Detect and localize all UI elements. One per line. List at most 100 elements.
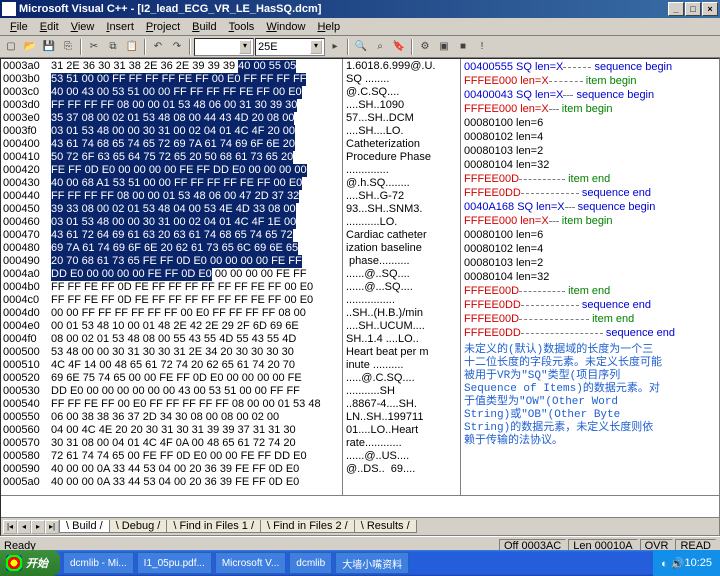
hex-row[interactable]: 0003a0 31 2E 36 30 31 38 2E 36 2E 39 39 … — [3, 60, 340, 73]
minimize-button[interactable]: _ — [668, 2, 684, 16]
tree-row[interactable]: FFFEE0DD sequence end — [464, 186, 716, 200]
ascii-row[interactable]: LN..SH..199711 — [346, 411, 457, 424]
ascii-row[interactable]: SH..1.4 ....LO.. — [346, 333, 457, 346]
new-icon[interactable]: ▢ — [2, 38, 20, 56]
menu-bar[interactable]: FileEditViewInsertProjectBuildToolsWindo… — [0, 18, 720, 36]
tree-row[interactable]: 00080104 len=32 — [464, 270, 716, 284]
hex-row[interactable]: 0004c0 FF FF FE FF 0D FE FF FF FF FF FF … — [3, 294, 340, 307]
hex-row[interactable]: 000400 43 61 74 68 65 74 65 72 69 7A 61 … — [3, 138, 340, 151]
tree-row[interactable]: FFFEE0DD sequence end — [464, 326, 716, 340]
menu-view[interactable]: View — [65, 20, 101, 34]
hex-row[interactable]: 0004b0 FF FF FE FF 0D FE FF FF FF FF FF … — [3, 281, 340, 294]
hex-row[interactable]: 0003c0 40 00 43 00 53 51 00 00 FF FF FF … — [3, 86, 340, 99]
hex-row[interactable]: 0004f0 08 00 02 01 53 48 08 00 55 43 55 … — [3, 333, 340, 346]
ascii-row[interactable]: ....SH..UCUM.... — [346, 320, 457, 333]
tab-find-in-files-1[interactable]: \ Find in Files 1 / — [166, 520, 261, 533]
hex-row[interactable]: 000480 69 7A 61 74 69 6F 6E 20 62 61 73 … — [3, 242, 340, 255]
ascii-row[interactable]: 57...SH..DCM — [346, 112, 457, 125]
tab-nav-next[interactable]: ▸ — [31, 520, 45, 534]
tree-row[interactable]: 0040A168 SQ len=X sequence begin — [464, 200, 716, 214]
tab-find-in-files-2[interactable]: \ Find in Files 2 / — [260, 520, 355, 533]
ascii-row[interactable]: ....SH..G-72 — [346, 190, 457, 203]
tree-row[interactable]: FFFEE0DD sequence end — [464, 298, 716, 312]
tree-row[interactable]: 00080100 len=6 — [464, 228, 716, 242]
ascii-row[interactable]: @.C.SQ.... — [346, 86, 457, 99]
save-all-icon[interactable]: ⎘ — [59, 38, 77, 56]
tab-debug[interactable]: \ Debug / — [109, 520, 168, 533]
tree-pane[interactable]: 00400555 SQ len=X sequence begin FFFEE00… — [461, 59, 719, 535]
ascii-row[interactable]: SQ ........ — [346, 73, 457, 86]
hex-row[interactable]: 000430 40 00 68 A1 53 51 00 00 FF FF FF … — [3, 177, 340, 190]
ascii-row[interactable]: 01....LO..Heart — [346, 424, 457, 437]
tree-row[interactable]: 00080104 len=32 — [464, 158, 716, 172]
ascii-row[interactable]: Cardiac catheter — [346, 229, 457, 242]
ascii-row[interactable]: .............. — [346, 164, 457, 177]
hex-row[interactable]: 000540 FF FF FE FF 00 E0 FF FF FF FF FF … — [3, 398, 340, 411]
taskbar-item[interactable]: I1_05pu.pdf... — [137, 552, 212, 574]
close-button[interactable]: × — [702, 2, 718, 16]
hex-row[interactable]: 000590 40 00 00 0A 33 44 53 04 00 20 36 … — [3, 463, 340, 476]
taskbar-item[interactable]: Microsoft V... — [215, 552, 286, 574]
tab-build[interactable]: \ Build / — [59, 520, 110, 533]
hex-row[interactable]: 000550 06 00 38 38 36 37 2D 34 30 08 00 … — [3, 411, 340, 424]
tab-nav-first[interactable]: |◂ — [3, 520, 17, 534]
tab-nav-prev[interactable]: ◂ — [17, 520, 31, 534]
undo-icon[interactable]: ↶ — [149, 38, 167, 56]
tree-row[interactable]: FFFEE00D item end — [464, 284, 716, 298]
build-icon[interactable]: ▣ — [435, 38, 453, 56]
hex-row[interactable]: 000450 39 33 08 00 02 01 53 48 04 00 53 … — [3, 203, 340, 216]
hex-row[interactable]: 000460 03 01 53 48 00 00 30 31 00 02 04 … — [3, 216, 340, 229]
ascii-row[interactable]: Catheterization — [346, 138, 457, 151]
tree-row[interactable]: FFFEE000 len=X item begin — [464, 74, 716, 88]
save-icon[interactable]: 💾 — [40, 38, 58, 56]
go-debug-icon[interactable]: ! — [473, 38, 491, 56]
hex-row[interactable]: 000510 4C 4F 14 00 48 65 61 72 74 20 62 … — [3, 359, 340, 372]
hex-row[interactable]: 0004d0 00 00 FF FF FF FF FF FF 00 E0 FF … — [3, 307, 340, 320]
ascii-row[interactable]: ....SH..1090 — [346, 99, 457, 112]
hex-row[interactable]: 000500 53 48 00 00 30 31 30 30 31 2E 34 … — [3, 346, 340, 359]
ascii-row[interactable]: ..8867-4....SH. — [346, 398, 457, 411]
findfiles-icon[interactable]: ⌕ — [371, 38, 389, 56]
tree-row[interactable]: FFFEE000 len=X item begin — [464, 214, 716, 228]
redo-icon[interactable]: ↷ — [168, 38, 186, 56]
ascii-row[interactable]: ......@..SQ.... — [346, 268, 457, 281]
ascii-row[interactable]: ......@..US.... — [346, 450, 457, 463]
go-icon[interactable]: ▸ — [326, 38, 344, 56]
menu-window[interactable]: Window — [260, 20, 311, 34]
cut-icon[interactable]: ✂ — [85, 38, 103, 56]
open-icon[interactable]: 📂 — [21, 38, 39, 56]
hex-row[interactable]: 000470 43 61 72 64 69 61 63 20 63 61 74 … — [3, 229, 340, 242]
tree-row[interactable]: 00080100 len=6 — [464, 116, 716, 130]
hex-row[interactable]: 000420 FE FF 0D E0 00 00 00 00 FE FF DD … — [3, 164, 340, 177]
ascii-row[interactable]: Heart beat per m — [346, 346, 457, 359]
tree-row[interactable]: 00080103 len=2 — [464, 144, 716, 158]
ascii-row[interactable]: phase.......... — [346, 255, 457, 268]
menu-project[interactable]: Project — [140, 20, 186, 34]
tree-row[interactable]: 00400555 SQ len=X sequence begin — [464, 60, 716, 74]
hex-row[interactable]: 000410 50 72 6F 63 65 64 75 72 65 20 50 … — [3, 151, 340, 164]
hex-pane[interactable]: 0003a0 31 2E 36 30 31 38 2E 36 2E 39 39 … — [1, 59, 343, 535]
menu-help[interactable]: Help — [311, 20, 346, 34]
hex-row[interactable]: 0003b0 53 51 00 00 FF FF FF FF FE FF 00 … — [3, 73, 340, 86]
tree-row[interactable]: FFFEE00D item end — [464, 312, 716, 326]
menu-file[interactable]: File — [4, 20, 34, 34]
tab-nav-last[interactable]: ▸| — [45, 520, 59, 534]
ascii-row[interactable]: ..SH..(H.B.)/min — [346, 307, 457, 320]
config-combo[interactable]: ▾ — [194, 38, 254, 56]
paste-icon[interactable]: 📋 — [123, 38, 141, 56]
hex-row[interactable]: 000440 FF FF FF FF 08 00 00 01 53 48 06 … — [3, 190, 340, 203]
ascii-row[interactable]: @.h.SQ........ — [346, 177, 457, 190]
ascii-row[interactable]: rate............ — [346, 437, 457, 450]
hex-row[interactable]: 0003d0 FF FF FF FF 08 00 00 01 53 48 06 … — [3, 99, 340, 112]
ascii-row[interactable]: ......@...SQ.... — [346, 281, 457, 294]
bookmark-icon[interactable]: 🔖 — [390, 38, 408, 56]
ascii-row[interactable]: @..DS.. 69.... — [346, 463, 457, 476]
ascii-row[interactable]: .....@.C.SQ.... — [346, 372, 457, 385]
ascii-row[interactable]: ...........SH — [346, 385, 457, 398]
tree-row[interactable]: FFFEE000 len=X item begin — [464, 102, 716, 116]
menu-tools[interactable]: Tools — [223, 20, 261, 34]
hex-row[interactable]: 0003e0 35 37 08 00 02 01 53 48 08 00 44 … — [3, 112, 340, 125]
stop-icon[interactable]: ■ — [454, 38, 472, 56]
ascii-row[interactable]: inute .......... — [346, 359, 457, 372]
compile-icon[interactable]: ⚙ — [416, 38, 434, 56]
